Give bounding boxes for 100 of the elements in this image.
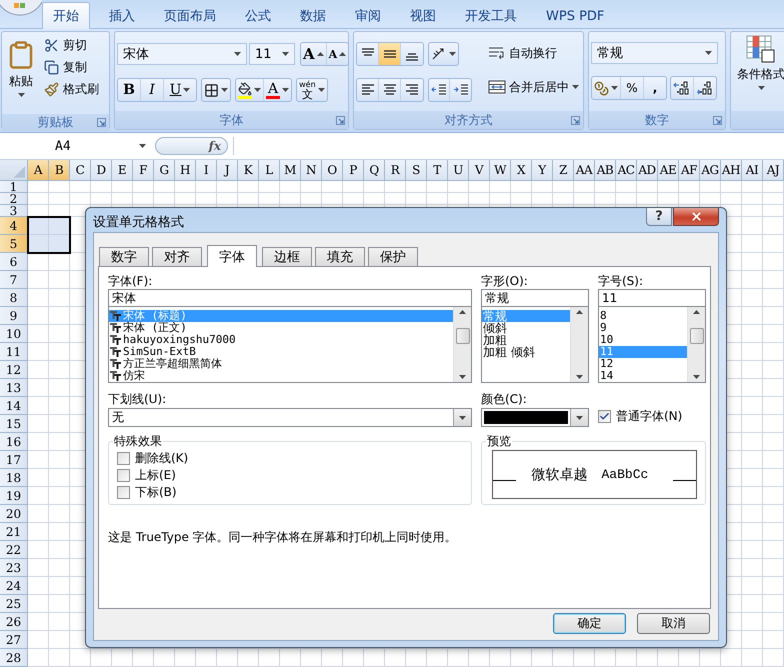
color-dropdown[interactable]	[481, 408, 589, 427]
dialog-tab[interactable]: 保护	[368, 247, 418, 266]
input-field[interactable]: 11	[598, 289, 706, 307]
dialog-tab[interactable]: 数字	[99, 247, 149, 266]
ribbon-tab[interactable]: 开发工具	[455, 4, 527, 28]
dialog-launcher-icon[interactable]	[571, 116, 580, 124]
bold-button[interactable]: B	[118, 79, 141, 101]
clipboard-action-button[interactable]: 复制	[42, 56, 101, 78]
column-header[interactable]: C	[70, 160, 91, 180]
list-item[interactable]: 10	[599, 334, 687, 346]
increase-decimal-button[interactable]	[671, 77, 694, 99]
clipboard-action-button[interactable]: 剪切	[42, 34, 101, 56]
wrap-text-button[interactable]: 自动换行	[486, 42, 581, 64]
column-header[interactable]: AD	[637, 160, 658, 180]
column-header[interactable]: AG	[700, 160, 721, 180]
column-header[interactable]: V	[469, 160, 490, 180]
help-button[interactable]: ?	[646, 208, 672, 226]
column-header[interactable]: L	[259, 160, 280, 180]
ribbon-tab[interactable]: 公式	[235, 4, 281, 28]
list-item[interactable]: 12	[599, 358, 687, 370]
list-item[interactable]: 宋体 (正文)	[109, 322, 453, 334]
ribbon-tab[interactable]: 数据	[290, 4, 336, 28]
underline-button[interactable]: U	[164, 79, 196, 101]
dialog-button[interactable]: 确定	[553, 613, 626, 634]
ribbon-tab[interactable]: 插入	[99, 4, 145, 28]
column-header[interactable]: A	[28, 160, 49, 180]
column-header[interactable]: AE	[658, 160, 679, 180]
close-button[interactable]	[673, 208, 719, 226]
dialog-launcher-icon[interactable]	[97, 118, 106, 127]
grow-font-button[interactable]: A	[301, 43, 327, 65]
column-header[interactable]: F	[133, 160, 154, 180]
effect-checkbox[interactable]: 删除线(K)	[117, 450, 465, 467]
input-field[interactable]: 常规	[481, 289, 589, 307]
increase-decimal-icon[interactable]	[673, 81, 691, 95]
column-header[interactable]: D	[91, 160, 112, 180]
effect-checkbox[interactable]: 上标(E)	[117, 467, 465, 484]
column-header[interactable]: N	[301, 160, 322, 180]
column-header[interactable]: R	[385, 160, 406, 180]
column-header[interactable]: G	[154, 160, 175, 180]
scroll-thumb[interactable]	[456, 328, 470, 344]
dialog-tab[interactable]: 字体	[207, 245, 257, 267]
column-header[interactable]: X	[511, 160, 532, 180]
list-item[interactable]: 加粗	[482, 334, 570, 346]
list-item[interactable]: 加粗 倾斜	[482, 346, 570, 358]
percent-button[interactable]: %	[621, 77, 644, 99]
indent-increase-icon[interactable]	[452, 83, 468, 97]
column-header[interactable]: Q	[364, 160, 385, 180]
column-header[interactable]: Z	[553, 160, 574, 180]
ribbon-tab[interactable]: 页面布局	[154, 4, 226, 28]
row-header[interactable]: 17	[0, 451, 28, 469]
row-header[interactable]: 18	[0, 469, 28, 487]
list-item[interactable]: SimSun-ExtB	[109, 346, 453, 358]
dialog-launcher-icon[interactable]	[713, 116, 722, 124]
column-header[interactable]: P	[343, 160, 364, 180]
column-header[interactable]: O	[322, 160, 343, 180]
row-header[interactable]: 24	[0, 577, 28, 595]
column-header[interactable]: M	[280, 160, 301, 180]
scrollbar[interactable]	[453, 307, 471, 382]
font-name-dropdown[interactable]: 宋体	[117, 43, 247, 65]
row-header[interactable]: 16	[0, 433, 28, 451]
list-item[interactable]: 倾斜	[482, 322, 570, 334]
normal-font-checkbox[interactable]: 普通字体(N)	[598, 407, 706, 425]
column-header[interactable]: Y	[532, 160, 553, 180]
column-header[interactable]: H	[175, 160, 196, 180]
row-header[interactable]: 15	[0, 415, 28, 433]
insert-function-button[interactable]: fx	[155, 137, 228, 155]
row-header[interactable]: 12	[0, 361, 28, 379]
row-header[interactable]: 9	[0, 307, 28, 325]
column-header[interactable]: AF	[679, 160, 700, 180]
row-header[interactable]: 23	[0, 559, 28, 577]
phonetic-button[interactable]: wén 文	[297, 79, 327, 101]
column-header[interactable]: AA	[574, 160, 595, 180]
row-header[interactable]: 11	[0, 343, 28, 361]
column-header[interactable]: I	[196, 160, 217, 180]
row-header[interactable]: 5	[0, 235, 28, 253]
underline-dropdown[interactable]: 无	[108, 408, 472, 427]
row-header[interactable]: 10	[0, 325, 28, 343]
column-header[interactable]: AC	[616, 160, 637, 180]
clipboard-action-button[interactable]: 格式刷	[42, 78, 101, 100]
list-item[interactable]: 8	[599, 310, 687, 322]
column-header[interactable]: AI	[742, 160, 763, 180]
effect-checkbox[interactable]: 下标(B)	[117, 484, 465, 501]
fill-color-button[interactable]	[236, 79, 264, 101]
dialog-tab[interactable]: 对齐	[152, 247, 202, 266]
dialog-tab[interactable]: 填充	[315, 247, 365, 266]
column-header[interactable]: AJ	[763, 160, 784, 180]
row-header[interactable]: 7	[0, 271, 28, 289]
row-header[interactable]: 26	[0, 613, 28, 631]
column-header[interactable]: S	[406, 160, 427, 180]
column-header[interactable]: E	[112, 160, 133, 180]
decrease-decimal-icon[interactable]	[696, 81, 714, 95]
row-header[interactable]: 3	[0, 205, 28, 217]
column-header[interactable]: AH	[721, 160, 742, 180]
row-header[interactable]: 19	[0, 487, 28, 505]
row-header[interactable]: 1	[0, 181, 28, 193]
dialog-button[interactable]: 取消	[637, 613, 710, 634]
column-header[interactable]: J	[217, 160, 238, 180]
scrollbar[interactable]	[570, 307, 588, 382]
input-field[interactable]: 宋体	[108, 289, 472, 307]
column-header[interactable]: U	[448, 160, 469, 180]
